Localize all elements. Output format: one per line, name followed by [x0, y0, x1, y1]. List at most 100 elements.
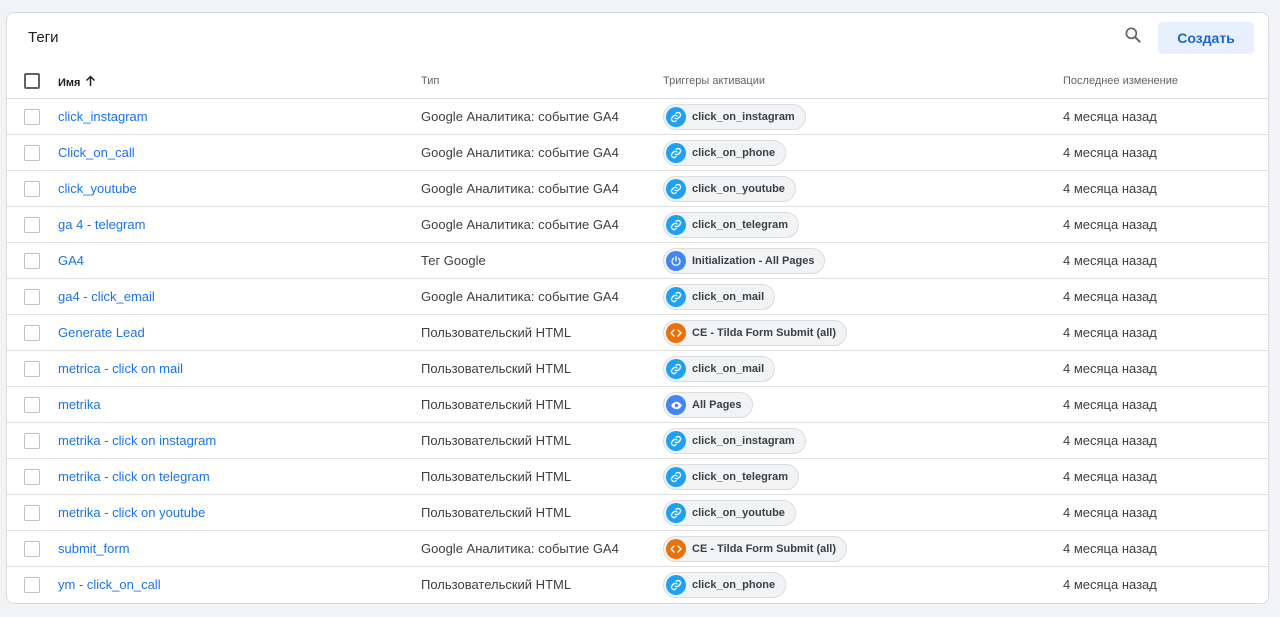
tag-name-link[interactable]: ga4 - click_email: [58, 289, 155, 304]
tag-name-link[interactable]: ym - click_on_call: [58, 577, 161, 592]
row-checkbox[interactable]: [24, 469, 40, 485]
trigger-chip[interactable]: click_on_telegram: [663, 464, 799, 490]
row-checkbox[interactable]: [24, 577, 40, 593]
last-modified: 4 месяца назад: [1063, 289, 1157, 304]
tag-type: Google Аналитика: событие GA4: [421, 217, 619, 232]
trigger-chip[interactable]: All Pages: [663, 392, 753, 418]
last-modified: 4 месяца назад: [1063, 325, 1157, 340]
table-row[interactable]: ga4 - click_email Google Аналитика: событ…: [7, 279, 1268, 315]
table-row[interactable]: metrika - click on telegram Пользовательс…: [7, 459, 1268, 495]
row-checkbox[interactable]: [24, 361, 40, 377]
trigger-label: click_on_mail: [692, 363, 765, 375]
tag-type: Пользовательский HTML: [421, 361, 572, 376]
search-button[interactable]: [1121, 25, 1145, 49]
last-modified: 4 месяца назад: [1063, 217, 1157, 232]
trigger-chip[interactable]: click_on_instagram: [663, 104, 806, 130]
tag-name-link[interactable]: GA4: [58, 253, 84, 268]
tag-name-link[interactable]: Generate Lead: [58, 325, 145, 340]
tag-name-link[interactable]: click_youtube: [58, 181, 137, 196]
table-row[interactable]: metrica - click on mail Пользовательский …: [7, 351, 1268, 387]
tag-type: Пользовательский HTML: [421, 505, 572, 520]
trigger-chip[interactable]: click_on_instagram: [663, 428, 806, 454]
row-checkbox[interactable]: [24, 217, 40, 233]
select-all-checkbox[interactable]: [24, 73, 40, 89]
row-checkbox[interactable]: [24, 325, 40, 341]
table-row[interactable]: ga 4 - telegram Google Аналитика: событие…: [7, 207, 1268, 243]
table-row[interactable]: submit_form Google Аналитика: событие GA4…: [7, 531, 1268, 567]
tag-type: Google Аналитика: событие GA4: [421, 109, 619, 124]
tag-name-link[interactable]: metrica - click on mail: [58, 361, 183, 376]
trigger-label: CE - Tilda Form Submit (all): [692, 327, 837, 339]
code-icon: [666, 323, 686, 343]
link-icon: [666, 179, 686, 199]
table-header: Имя Тип Триггеры активации Последнее изм…: [7, 63, 1268, 99]
tags-card: Теги Создать Имя Тип Триггеры активации: [6, 12, 1269, 604]
table-row[interactable]: ym - click_on_call Пользовательский HTML c…: [7, 567, 1268, 603]
trigger-chip[interactable]: click_on_mail: [663, 356, 776, 382]
tag-type: Google Аналитика: событие GA4: [421, 541, 619, 556]
link-icon: [666, 215, 686, 235]
trigger-label: All Pages: [692, 399, 742, 411]
tag-type: Google Аналитика: событие GA4: [421, 181, 619, 196]
arrow-up-icon: [85, 75, 96, 90]
trigger-label: click_on_youtube: [692, 507, 785, 519]
table-row[interactable]: metrika Пользовательский HTML All Pages 4 м…: [7, 387, 1268, 423]
trigger-chip[interactable]: click_on_youtube: [663, 176, 796, 202]
tag-type: Пользовательский HTML: [421, 397, 572, 412]
row-checkbox[interactable]: [24, 505, 40, 521]
tag-name-link[interactable]: metrika: [58, 397, 101, 412]
tag-name-link[interactable]: metrika - click on telegram: [58, 469, 210, 484]
tag-type: Google Аналитика: событие GA4: [421, 289, 619, 304]
trigger-label: click_on_telegram: [692, 219, 788, 231]
card-header: Теги Создать: [7, 13, 1268, 63]
tag-name-link[interactable]: ga 4 - telegram: [58, 217, 145, 232]
row-checkbox[interactable]: [24, 181, 40, 197]
row-checkbox[interactable]: [24, 541, 40, 557]
row-checkbox[interactable]: [24, 289, 40, 305]
link-icon: [666, 287, 686, 307]
tag-name-link[interactable]: click_instagram: [58, 109, 148, 124]
create-button[interactable]: Создать: [1158, 22, 1254, 54]
table-row[interactable]: click_youtube Google Аналитика: событие G…: [7, 171, 1268, 207]
last-modified: 4 месяца назад: [1063, 505, 1157, 520]
trigger-label: Initialization - All Pages: [692, 255, 815, 267]
link-icon: [666, 431, 686, 451]
link-icon: [666, 503, 686, 523]
trigger-chip[interactable]: click_on_phone: [663, 140, 787, 166]
row-checkbox[interactable]: [24, 109, 40, 125]
trigger-label: click_on_mail: [692, 291, 765, 303]
tag-name-link[interactable]: metrika - click on youtube: [58, 505, 205, 520]
table-row[interactable]: metrika - click on youtube Пользовательск…: [7, 495, 1268, 531]
row-checkbox[interactable]: [24, 145, 40, 161]
column-header-triggers[interactable]: Триггеры активации: [663, 75, 765, 87]
tag-name-link[interactable]: submit_form: [58, 541, 130, 556]
row-checkbox[interactable]: [24, 253, 40, 269]
trigger-chip[interactable]: click_on_mail: [663, 284, 776, 310]
table-row[interactable]: click_instagram Google Аналитика: событие…: [7, 99, 1268, 135]
column-header-name[interactable]: Имя: [58, 75, 96, 90]
tag-name-link[interactable]: Click_on_call: [58, 145, 135, 160]
trigger-chip[interactable]: click_on_telegram: [663, 212, 799, 238]
trigger-label: click_on_youtube: [692, 183, 785, 195]
table-row[interactable]: metrika - click on instagram Пользователь…: [7, 423, 1268, 459]
table-row[interactable]: GA4 Тег Google Initialization - All Pages 4…: [7, 243, 1268, 279]
column-header-type[interactable]: Тип: [421, 75, 439, 87]
row-checkbox[interactable]: [24, 397, 40, 413]
code-icon: [666, 539, 686, 559]
link-icon: [666, 359, 686, 379]
last-modified: 4 месяца назад: [1063, 397, 1157, 412]
row-checkbox[interactable]: [24, 433, 40, 449]
tag-type: Пользовательский HTML: [421, 433, 572, 448]
trigger-chip[interactable]: click_on_phone: [663, 572, 787, 598]
trigger-chip[interactable]: Initialization - All Pages: [663, 248, 826, 274]
tag-name-link[interactable]: metrika - click on instagram: [58, 433, 216, 448]
column-header-modified[interactable]: Последнее изменение: [1063, 75, 1178, 87]
table-row[interactable]: Click_on_call Google Аналитика: событие G…: [7, 135, 1268, 171]
table-row[interactable]: Generate Lead Пользовательский HTML CE - T…: [7, 315, 1268, 351]
trigger-chip[interactable]: CE - Tilda Form Submit (all): [663, 320, 848, 346]
tag-type: Пользовательский HTML: [421, 469, 572, 484]
trigger-chip[interactable]: click_on_youtube: [663, 500, 796, 526]
trigger-chip[interactable]: CE - Tilda Form Submit (all): [663, 536, 848, 562]
trigger-label: click_on_phone: [692, 147, 776, 159]
link-icon: [666, 467, 686, 487]
